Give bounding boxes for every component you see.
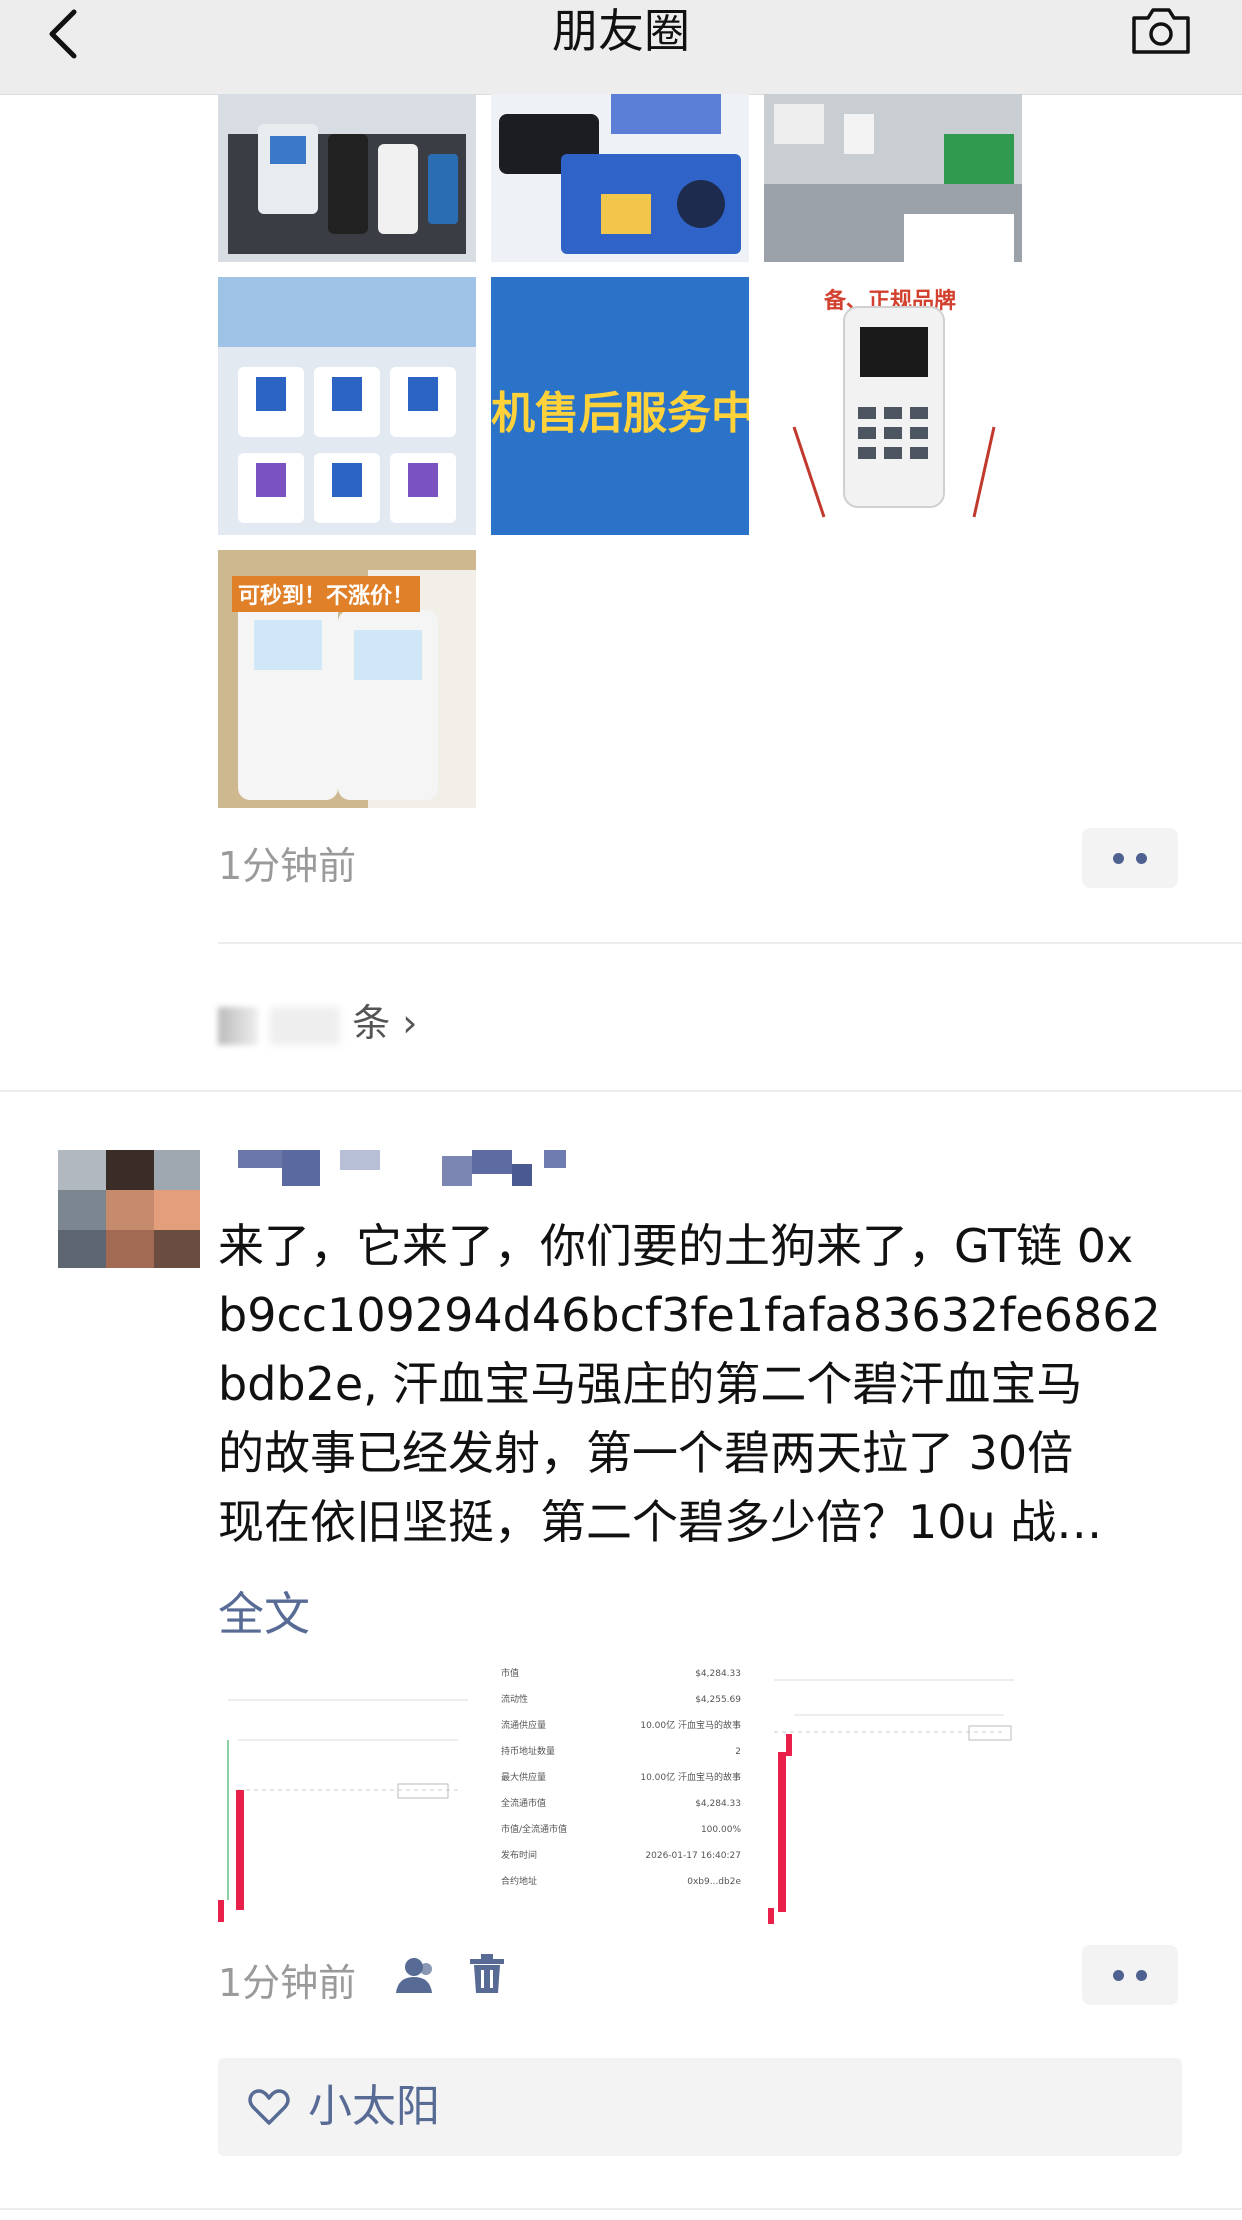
like-user-name[interactable]: 小太阳: [308, 2058, 440, 2156]
more-actions-button[interactable]: [1082, 1945, 1178, 2005]
avatar[interactable]: [58, 1150, 200, 1268]
username-pixelated[interactable]: [238, 1150, 578, 1186]
image-caption: 可秒到！不涨价！: [232, 576, 421, 612]
token-info-value: 0xb9...db2e: [687, 1877, 741, 1887]
post-text-line: bdb2e, 汗血宝马强庄的第二个碧汗血宝马: [218, 1357, 1083, 1411]
post-image-3[interactable]: [764, 94, 1022, 262]
token-info-label: 发布时间: [501, 1849, 537, 1861]
divider: [0, 2208, 1242, 2210]
candlestick-chart-screenshot: [768, 1679, 1014, 1924]
trash-icon[interactable]: [468, 1953, 506, 1995]
post-text-line: 现在依旧坚挺，第二个碧多少倍？10u 战…: [218, 1495, 1103, 1549]
post-time: 1分钟前: [218, 844, 357, 888]
post-image-chart-2[interactable]: [764, 1660, 1022, 1928]
post-image-7[interactable]: 可秒到！不涨价！: [218, 550, 476, 808]
blurred-text: [218, 1006, 258, 1045]
divider: [0, 1090, 1242, 1092]
post-image-6[interactable]: 备、正规品牌: [764, 277, 1022, 535]
pos-terminal-image: [792, 306, 996, 518]
heart-icon: [248, 2089, 290, 2125]
post-image-1[interactable]: [218, 94, 476, 262]
divider: [218, 942, 1242, 944]
candlestick-chart-screenshot: [218, 1699, 468, 1922]
token-info-value: 10.00亿 汗血宝马的故事: [640, 1771, 741, 1783]
post-text-line: 来了，它来了，你们要的土狗来了，GT链 0x: [218, 1219, 1134, 1273]
post-image-2[interactable]: [491, 94, 749, 262]
token-info-value: 100.00%: [701, 1825, 741, 1835]
dot-icon: [1136, 1970, 1147, 1981]
avatar-pixelated-image: [58, 1150, 200, 1268]
shop-counter-photo: [764, 94, 1022, 262]
post-text: 来了，它来了，你们要的土狗来了，GT链 0x b9cc109294d46bcf3…: [218, 1212, 1242, 1557]
token-info-label: 合约地址: [501, 1875, 537, 1887]
token-info-value: 2: [735, 1747, 741, 1757]
post-text-line: b9cc109294d46bcf3fe1fafa83632fe6862: [218, 1288, 1161, 1342]
dot-icon: [1113, 853, 1124, 864]
dot-icon: [1113, 1970, 1124, 1981]
token-info-label: 流动性: [501, 1693, 528, 1705]
post-time: 1分钟前: [218, 1961, 357, 2005]
full-text-link[interactable]: 全文: [218, 1578, 310, 1644]
token-info-label: 最大供应量: [501, 1771, 546, 1783]
token-info-screenshot: 市值 $4,284.33 流动性 $4,255.69 流通供应量 10.00亿 汗血宝马的…: [501, 1667, 741, 1887]
token-info-label: 市值/全流通市值: [501, 1823, 567, 1835]
view-all-link[interactable]: 条 ›: [218, 992, 418, 1047]
chevron-right-icon: ›: [402, 1001, 418, 1045]
token-info-value: 2026-01-17 16:40:27: [645, 1851, 741, 1861]
likes-section: 小太阳: [218, 2058, 1182, 2156]
blurred-text: [270, 1006, 341, 1045]
post-text-line: 的故事已经发射，第一个碧两天拉了 30倍: [218, 1426, 1074, 1480]
post-image-chart-1[interactable]: [218, 1660, 476, 1928]
token-info-value: $4,284.33: [695, 1669, 741, 1679]
friends-visibility-icon[interactable]: [392, 1955, 438, 1995]
more-actions-button[interactable]: [1082, 828, 1178, 888]
token-info-value: $4,255.69: [695, 1695, 741, 1705]
token-info-value: $4,284.33: [695, 1799, 741, 1809]
pos-catalog-image: [218, 277, 476, 535]
top-nav-bar: 朋友圈: [0, 0, 1242, 95]
post-image-4[interactable]: [218, 277, 476, 535]
token-info-label: 流通供应量: [501, 1719, 546, 1731]
post-image-5[interactable]: 机售后服务中: [491, 277, 749, 535]
view-all-label: 条: [352, 1001, 391, 1045]
pos-terminal-photo: [228, 124, 466, 254]
page-title: 朋友圈: [552, 4, 690, 58]
token-info-label: 持币地址数量: [501, 1745, 555, 1757]
token-info-label: 市值: [501, 1667, 519, 1679]
image-caption: 机售后服务中: [491, 388, 749, 439]
camera-icon[interactable]: [1130, 4, 1192, 56]
pos-devices-photo: [491, 94, 749, 262]
dot-icon: [1136, 853, 1147, 864]
token-info-value: 10.00亿 汗血宝马的故事: [640, 1719, 741, 1731]
post-image-token-info[interactable]: 市值 $4,284.33 流动性 $4,255.69 流通供应量 10.00亿 汗血宝马的…: [491, 1660, 749, 1928]
token-info-label: 全流通市值: [501, 1797, 546, 1809]
